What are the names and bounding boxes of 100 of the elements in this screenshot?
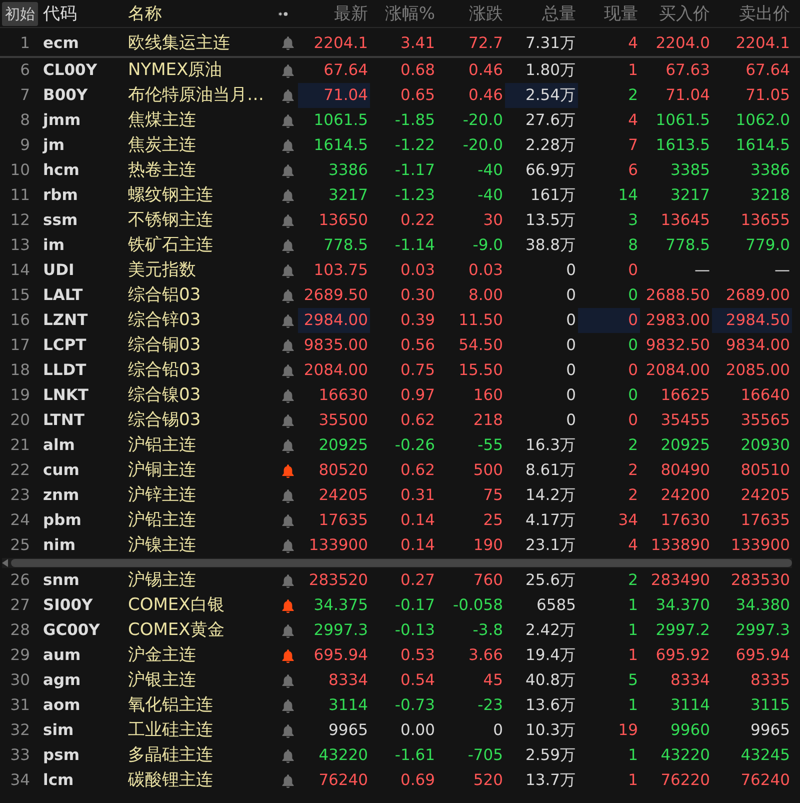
- bell-icon[interactable]: [282, 698, 294, 712]
- symbol-code[interactable]: SI00Y: [30, 593, 122, 618]
- instrument-name[interactable]: 焦煤主连: [122, 108, 278, 133]
- symbol-code[interactable]: GC00Y: [30, 618, 122, 643]
- column-header[interactable]: 涨幅%: [370, 0, 437, 28]
- instrument-name[interactable]: 热卷主连: [122, 158, 278, 183]
- instrument-name[interactable]: 不锈钢主连: [122, 208, 278, 233]
- symbol-code[interactable]: LNKT: [30, 383, 122, 408]
- instrument-name[interactable]: 碳酸锂主连: [122, 768, 278, 793]
- symbol-code[interactable]: B00Y: [30, 83, 122, 108]
- symbol-code[interactable]: snm: [30, 568, 122, 593]
- bell-icon[interactable]: [282, 438, 294, 452]
- bell-icon[interactable]: [282, 574, 294, 588]
- symbol-code[interactable]: alm: [30, 433, 122, 458]
- instrument-name[interactable]: 布伦特原油当月…: [122, 83, 278, 108]
- symbol-code[interactable]: aom: [30, 693, 122, 718]
- bell-icon[interactable]: [282, 748, 294, 762]
- symbol-code[interactable]: ecm: [30, 28, 122, 58]
- instrument-name[interactable]: 美元指数: [122, 258, 278, 283]
- instrument-name[interactable]: 沪锌主连: [122, 483, 278, 508]
- bell-icon[interactable]: [282, 514, 294, 528]
- instrument-name[interactable]: 沪铅主连: [122, 508, 278, 533]
- bell-icon[interactable]: [282, 138, 294, 152]
- symbol-code[interactable]: aum: [30, 643, 122, 668]
- bell-icon[interactable]: [282, 164, 294, 178]
- bell-icon[interactable]: [282, 724, 294, 738]
- bell-icon[interactable]: [282, 464, 294, 478]
- scrollbar-thumb[interactable]: [11, 559, 792, 567]
- instrument-name[interactable]: 铁矿石主连: [122, 233, 278, 258]
- bell-icon[interactable]: [282, 114, 294, 128]
- symbol-code[interactable]: lcm: [30, 768, 122, 793]
- instrument-name[interactable]: 多晶硅主连: [122, 743, 278, 768]
- symbol-code[interactable]: LCPT: [30, 333, 122, 358]
- bell-icon[interactable]: [282, 338, 294, 352]
- column-header[interactable]: 买入价: [640, 0, 712, 28]
- instrument-name[interactable]: 综合铜03: [122, 333, 278, 358]
- column-header[interactable]: 卖出价: [712, 0, 792, 28]
- instrument-name[interactable]: 沪银主连: [122, 668, 278, 693]
- symbol-code[interactable]: nim: [30, 533, 122, 558]
- instrument-name[interactable]: 焦炭主连: [122, 133, 278, 158]
- instrument-name[interactable]: 综合铝03: [122, 283, 278, 308]
- symbol-code[interactable]: pbm: [30, 508, 122, 533]
- column-header[interactable]: 代码: [40, 0, 122, 28]
- column-header[interactable]: 最新: [298, 0, 370, 28]
- horizontal-scrollbar[interactable]: [2, 558, 792, 568]
- symbol-code[interactable]: LALT: [30, 283, 122, 308]
- bell-icon[interactable]: [282, 674, 294, 688]
- bell-icon[interactable]: [282, 314, 294, 328]
- column-header[interactable]: 涨跌: [437, 0, 505, 28]
- symbol-code[interactable]: UDI: [30, 258, 122, 283]
- bell-icon[interactable]: [282, 364, 294, 378]
- bell-icon[interactable]: [282, 88, 294, 102]
- bell-icon[interactable]: [282, 414, 294, 428]
- scroll-left-icon[interactable]: [2, 559, 8, 567]
- symbol-code[interactable]: cum: [30, 458, 122, 483]
- symbol-code[interactable]: agm: [30, 668, 122, 693]
- symbol-code[interactable]: sim: [30, 718, 122, 743]
- bell-icon[interactable]: [282, 774, 294, 788]
- bell-icon[interactable]: [282, 238, 294, 252]
- symbol-code[interactable]: ssm: [30, 208, 122, 233]
- bell-icon[interactable]: [282, 598, 294, 612]
- bell-icon[interactable]: [282, 36, 294, 50]
- instrument-name[interactable]: 综合镍03: [122, 383, 278, 408]
- column-header[interactable]: 现量: [578, 0, 640, 28]
- bell-icon[interactable]: [282, 188, 294, 202]
- reset-button[interactable]: 初始: [2, 2, 38, 26]
- instrument-name[interactable]: 沪铜主连: [122, 458, 278, 483]
- symbol-code[interactable]: jmm: [30, 108, 122, 133]
- instrument-name[interactable]: 沪铝主连: [122, 433, 278, 458]
- symbol-code[interactable]: LZNT: [30, 308, 122, 333]
- instrument-name[interactable]: 氧化铝主连: [122, 693, 278, 718]
- instrument-name[interactable]: 欧线集运主连: [122, 28, 278, 58]
- column-header[interactable]: 总量: [505, 0, 578, 28]
- bell-icon[interactable]: [282, 264, 294, 278]
- instrument-name[interactable]: 综合铅03: [122, 358, 278, 383]
- instrument-name[interactable]: 综合锡03: [122, 408, 278, 433]
- instrument-name[interactable]: 沪镍主连: [122, 533, 278, 558]
- bell-icon[interactable]: [282, 288, 294, 302]
- symbol-code[interactable]: znm: [30, 483, 122, 508]
- symbol-code[interactable]: LLDT: [30, 358, 122, 383]
- instrument-name[interactable]: 螺纹钢主连: [122, 183, 278, 208]
- symbol-code[interactable]: hcm: [30, 158, 122, 183]
- bell-icon[interactable]: [282, 388, 294, 402]
- instrument-name[interactable]: COMEX黄金: [122, 618, 278, 643]
- symbol-code[interactable]: rbm: [30, 183, 122, 208]
- bell-icon[interactable]: [282, 648, 294, 662]
- bell-icon[interactable]: [282, 488, 294, 502]
- instrument-name[interactable]: COMEX白银: [122, 593, 278, 618]
- symbol-code[interactable]: jm: [30, 133, 122, 158]
- instrument-name[interactable]: NYMEX原油: [122, 58, 278, 83]
- bell-icon[interactable]: [282, 538, 294, 552]
- symbol-code[interactable]: CL00Y: [30, 58, 122, 83]
- instrument-name[interactable]: 工业硅主连: [122, 718, 278, 743]
- instrument-name[interactable]: 综合锌03: [122, 308, 278, 333]
- instrument-name[interactable]: 沪金主连: [122, 643, 278, 668]
- symbol-code[interactable]: LTNT: [30, 408, 122, 433]
- column-header[interactable]: 名称: [122, 0, 278, 28]
- bell-icon[interactable]: [282, 624, 294, 638]
- bell-icon[interactable]: [282, 64, 294, 78]
- bell-icon[interactable]: [282, 214, 294, 228]
